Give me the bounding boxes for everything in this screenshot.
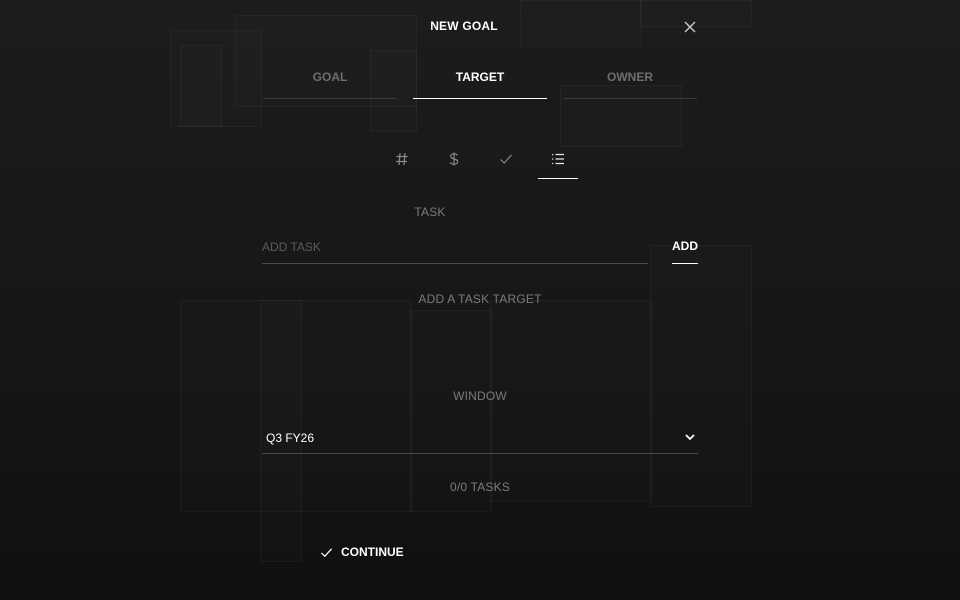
continue-button[interactable]: CONTINUE [320,543,404,561]
check-icon [500,154,512,164]
tab-goal[interactable]: GOAL [263,70,397,99]
list-icon [552,153,564,165]
new-goal-modal: NEW GOAL GOAL TARGET OWNER TASK ADD ADD … [0,0,960,600]
task-hint: ADD A TASK TARGET [418,292,542,306]
tab-target[interactable]: TARGET [413,70,547,99]
hash-icon [396,152,408,166]
tab-owner[interactable]: OWNER [563,70,697,99]
check-icon [320,547,333,557]
list-type-button[interactable] [538,145,578,179]
window-selected-value: Q3 FY26 [266,431,315,445]
dollar-type-button[interactable] [434,145,474,179]
chevron-down-icon [685,434,695,441]
close-icon[interactable] [682,19,698,35]
task-label: TASK [414,205,446,219]
task-count: 0/0 TASKS [449,480,511,494]
task-input[interactable] [262,230,648,264]
number-type-button[interactable] [382,145,422,179]
window-select[interactable]: Q3 FY26 [262,422,698,454]
check-type-button[interactable] [486,145,526,179]
window-label: WINDOW [453,389,507,403]
add-task-button[interactable]: ADD [672,230,698,264]
dollar-icon [449,152,459,166]
modal-title: NEW GOAL [430,19,498,33]
continue-label: CONTINUE [341,545,404,559]
